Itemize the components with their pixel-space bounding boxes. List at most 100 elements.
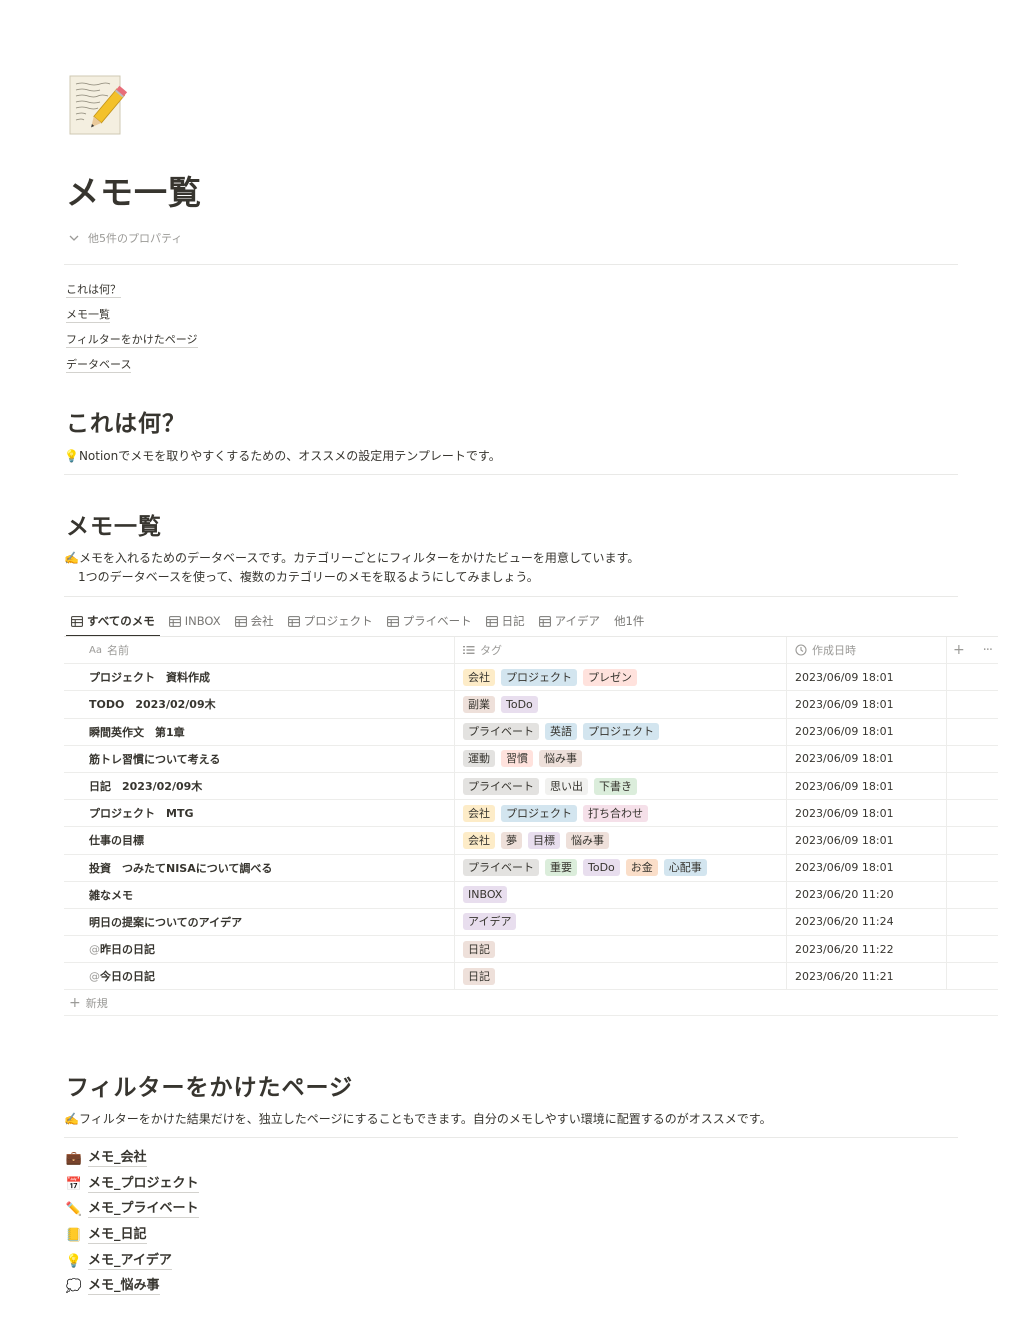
cell-created: 2023/06/09 18:01: [787, 718, 947, 745]
toc-link-memo-list[interactable]: メモ一覧: [66, 307, 110, 323]
add-new-row-button[interactable]: + 新規: [64, 990, 998, 1017]
row-title: 今日の日記: [100, 970, 155, 984]
table-row[interactable]: 日記 2023/02/09木 プライベート 思い出 下書き 2023/06/09 18:…: [64, 772, 998, 801]
tab-view-2[interactable]: 会社: [228, 606, 281, 636]
cell-tags[interactable]: INBOX: [455, 881, 787, 908]
tag-badge: アイデア: [463, 913, 517, 931]
tab-view-6[interactable]: アイデア: [532, 606, 607, 636]
briefcase-icon: 💼: [65, 1151, 83, 1167]
cell-name[interactable]: 投資 つみたてNISAについて調べる: [64, 854, 455, 881]
tag-badge: プライベート: [463, 723, 539, 741]
chevron-down-icon: [69, 235, 79, 241]
linked-page-label: メモ_会社: [88, 1150, 147, 1168]
tab-view-3[interactable]: プロジェクト: [281, 606, 380, 636]
cell-name[interactable]: 瞬間英作文 第1章: [64, 718, 455, 745]
tag-badge: 打ち合わせ: [583, 804, 648, 822]
cell-name[interactable]: @ 今日の日記: [64, 963, 455, 990]
tag-badge: お金: [625, 859, 658, 877]
cell-tags[interactable]: プライベート 英語 プロジェクト: [455, 718, 787, 745]
divider: [64, 596, 958, 597]
table-row[interactable]: 仕事の目標 会社夢目標 悩み事 2023/06/09 18:01: [64, 827, 998, 855]
column-header-created[interactable]: 作成日時: [787, 637, 947, 664]
linked-page-label: メモ_プライベート: [88, 1201, 199, 1219]
linked-page-2[interactable]: ✏️ メモ_プライベート: [66, 1197, 199, 1223]
tab-view-5[interactable]: 日記: [479, 606, 532, 636]
tab-label: 日記: [501, 614, 525, 628]
tab-label: プロジェクト: [303, 614, 373, 628]
tab-view-7[interactable]: 他1件: [607, 606, 651, 636]
divider: [64, 264, 958, 265]
cell-name[interactable]: @ 昨日の日記: [64, 936, 455, 963]
more-options-icon[interactable]: ···: [983, 643, 993, 658]
tab-view-4[interactable]: プライベート: [380, 606, 479, 636]
add-property-icon[interactable]: +: [953, 642, 965, 658]
linked-page-5[interactable]: 💭 メモ_悩み事: [66, 1274, 199, 1300]
tab-label: プライベート: [402, 614, 472, 628]
linked-page-label: メモ_悩み事: [88, 1278, 160, 1296]
table-row[interactable]: @ 昨日の日記 日記 2023/06/20 11:22: [64, 936, 998, 964]
row-title: 明日の提案についてのアイデア: [89, 915, 243, 929]
tag-badge: ToDo: [583, 859, 620, 877]
linked-page-4[interactable]: 💡 メモ_アイデア: [66, 1248, 199, 1274]
tag-badge: プライベート: [463, 859, 539, 877]
toc-link-database[interactable]: データベース: [66, 357, 132, 373]
tag-badge: 悩み事: [566, 831, 609, 849]
cell-name[interactable]: 日記 2023/02/09木: [64, 772, 455, 800]
table-row[interactable]: プロジェクト 資料作成 会社 プロジェクト プレゼン 2023/06/09 18:01: [64, 664, 998, 692]
cell-name[interactable]: 明日の提案についてのアイデア: [64, 908, 455, 936]
cell-name[interactable]: プロジェクト 資料作成: [64, 664, 455, 691]
toc-link-what[interactable]: これは何？: [66, 282, 121, 298]
table-row[interactable]: 雑なメモ INBOX 2023/06/20 11:20: [64, 881, 998, 909]
cell-tags[interactable]: 日記: [455, 963, 787, 990]
table-row[interactable]: 筋トレ習慣について考える 運動 習慣 悩み事 2023/06/09 18:01: [64, 745, 998, 773]
table-row[interactable]: プロジェクト MTG 会社 プロジェクト 打ち合わせ 2023/06/09 18:01: [64, 800, 998, 828]
cell-tags[interactable]: 会社夢目標 悩み事: [455, 827, 787, 854]
tag-badge: INBOX: [463, 886, 508, 904]
pencil-icon: ✏️: [65, 1202, 83, 1218]
cell-name[interactable]: 筋トレ習慣について考える: [64, 745, 455, 772]
notebook-icon: 📒: [65, 1228, 83, 1244]
cell-tags[interactable]: 会社 プロジェクト プレゼン: [455, 664, 787, 691]
table-icon: [234, 615, 247, 627]
cell-name[interactable]: 仕事の目標: [64, 827, 455, 854]
row-title: 昨日の日記: [100, 943, 155, 957]
cell-name[interactable]: 雑なメモ: [64, 881, 455, 908]
table-icon: [386, 615, 399, 627]
table-icon: [538, 615, 551, 627]
tag-badge: 重要: [545, 859, 577, 877]
tab-view-1[interactable]: INBOX: [162, 606, 228, 636]
table-row[interactable]: @ 今日の日記 日記 2023/06/20 11:21: [64, 963, 998, 991]
cell-tags[interactable]: 会社 プロジェクト 打ち合わせ: [455, 800, 787, 827]
calendar-icon: 📅: [65, 1176, 83, 1192]
toc-link-filtered-pages[interactable]: フィルターをかけたページ: [66, 332, 198, 348]
table-row[interactable]: 投資 つみたてNISAについて調べる プライベート 重要 ToDo お金 心配事 2023/…: [64, 854, 998, 882]
cell-tags[interactable]: 日記: [455, 936, 787, 963]
linked-page-0[interactable]: 💼 メモ_会社: [66, 1146, 199, 1172]
table-row[interactable]: 瞬間英作文 第1章 プライベート 英語 プロジェクト 2023/06/09 18:01: [64, 718, 998, 746]
tag-badge: 下書き: [594, 777, 637, 795]
column-header-tags[interactable]: タグ: [455, 637, 787, 664]
tag-badge: 会社: [463, 831, 495, 849]
more-properties-toggle[interactable]: 他5件のプロパティ: [68, 230, 182, 246]
table-row[interactable]: TODO 2023/02/09木 副業 ToDo 2023/06/09 18:01: [64, 691, 998, 719]
tab-view-0[interactable]: すべてのメモ: [64, 606, 162, 637]
cell-created: 2023/06/09 18:01: [787, 800, 947, 827]
linked-page-label: メモ_日記: [88, 1227, 147, 1245]
tag-badge: 目標: [528, 831, 560, 849]
cell-tags[interactable]: 運動 習慣 悩み事: [455, 745, 787, 772]
cell-tags[interactable]: 副業 ToDo: [455, 691, 787, 718]
tag-badge: 習慣: [501, 750, 533, 768]
cell-tags[interactable]: アイデア: [455, 908, 787, 936]
linked-page-3[interactable]: 📒 メモ_日記: [66, 1223, 199, 1249]
memo-page-icon[interactable]: [66, 72, 128, 138]
column-header-name[interactable]: Aa 名前: [64, 637, 455, 664]
cell-tags[interactable]: プライベート 重要 ToDo お金 心配事: [455, 854, 787, 881]
tag-badge: プレゼン: [583, 668, 637, 686]
cell-name[interactable]: プロジェクト MTG: [64, 800, 455, 827]
cell-tags[interactable]: プライベート 思い出 下書き: [455, 772, 787, 800]
table-row[interactable]: 明日の提案についてのアイデア アイデア 2023/06/20 11:24: [64, 908, 998, 937]
linked-page-1[interactable]: 📅 メモ_プロジェクト: [66, 1172, 199, 1198]
table-header-row: Aa 名前 タグ 作成日時 + ···: [64, 637, 998, 665]
cell-name[interactable]: TODO 2023/02/09木: [64, 691, 455, 718]
table-icon: [71, 615, 83, 627]
